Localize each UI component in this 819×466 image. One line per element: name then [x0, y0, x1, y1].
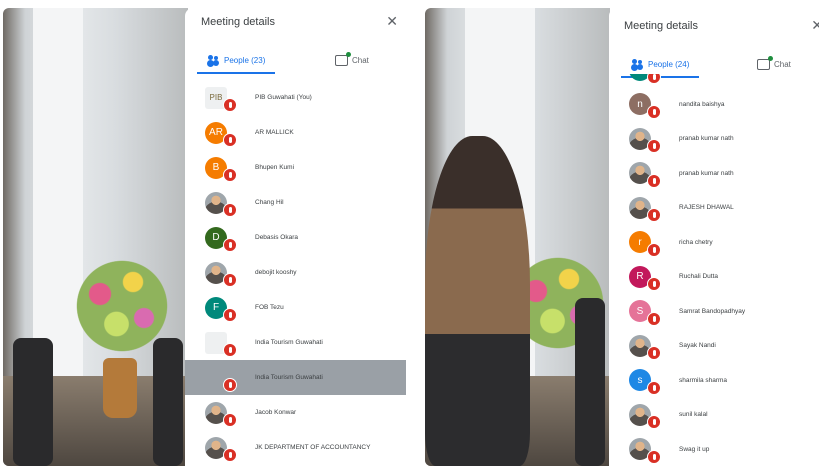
meeting-screenshot-left: Meeting details ✕ People (23) Chat PIB PI…: [3, 8, 406, 466]
participant-row[interactable]: sunil kalal: [609, 397, 819, 432]
vase: [103, 358, 137, 418]
mic-muted-icon: [223, 133, 237, 147]
participant-row[interactable]: S Samrat Bandopadhyay: [609, 294, 819, 329]
participant-name: sharmila sharma: [679, 376, 728, 384]
mic-muted-icon: [647, 311, 661, 326]
mic-muted-icon: [647, 139, 661, 153]
participant-name: JK DEPARTMENT OF ACCOUNTANCY: [255, 444, 371, 451]
mic-muted-icon: [647, 380, 661, 395]
participant-row[interactable]: Swag it up: [609, 432, 819, 466]
participant-row[interactable]: Sayak Nandi: [609, 328, 819, 363]
participant-name: Chang Hil: [255, 199, 284, 206]
participant-name: India Tourism Guwahati: [255, 374, 323, 381]
panel-tabs: People (23) Chat: [185, 46, 406, 74]
participant-name: FOB Tezu: [255, 304, 284, 311]
person-silhouette: [425, 136, 530, 466]
participant-row[interactable]: R Ruchali Dutta: [609, 259, 819, 294]
mic-muted-icon: [647, 242, 661, 257]
tab-chat[interactable]: Chat: [335, 46, 369, 74]
participant-name: Ruchali Dutta: [679, 273, 719, 280]
participant-name: RAJESH DHAWAL: [679, 204, 734, 211]
panel-title: Meeting details: [201, 16, 275, 28]
participant-row[interactable]: JK DEPARTMENT OF ACCOUNTANCY: [185, 430, 406, 465]
participant-row[interactable]: RAJESH DHAWAL: [609, 190, 819, 225]
participant-row[interactable]: B Bhupen Kumi: [185, 150, 406, 185]
participant-row[interactable]: India Tourism Guwahati: [185, 360, 406, 395]
participant-name: pranab kumar nath: [679, 135, 734, 142]
participant-row[interactable]: n: [609, 74, 819, 87]
participant-row[interactable]: Jacob Konwar: [185, 395, 406, 430]
mic-muted-icon: [647, 208, 661, 222]
participant-name: pranab kumar nath: [679, 169, 734, 177]
mic-muted-icon: [223, 203, 237, 217]
participant-name: sunil kalal: [679, 411, 708, 418]
chair: [153, 338, 183, 466]
mic-muted-icon: [647, 173, 661, 188]
mic-muted-icon: [223, 168, 237, 182]
participant-row[interactable]: n nandita baishya: [609, 87, 819, 122]
participant-name: debojit kooshy: [255, 269, 297, 276]
participant-name: PIB Guwahati (You): [255, 94, 312, 101]
participant-name: Debasis Okara: [255, 234, 298, 241]
participant-row[interactable]: Chang Hil: [185, 185, 406, 220]
mic-muted-icon: [223, 98, 237, 112]
participant-row[interactable]: debojit kooshy: [185, 255, 406, 290]
mic-muted-icon: [223, 378, 237, 392]
mic-muted-icon: [223, 308, 237, 322]
participant-row[interactable]: pranab kumar nath: [609, 156, 819, 191]
tab-people-label: People (24): [648, 59, 690, 69]
mic-muted-icon: [223, 413, 237, 427]
participant-row[interactable]: India Tourism Guwahati: [185, 325, 406, 360]
chair: [13, 338, 53, 466]
mic-muted-icon: [647, 277, 661, 291]
close-icon[interactable]: ✕: [811, 17, 819, 34]
camera-background: [425, 8, 613, 466]
chair: [575, 298, 605, 466]
participant-row[interactable]: D Debasis Okara: [185, 220, 406, 255]
participant-row[interactable]: F FOB Tezu: [185, 290, 406, 325]
participant-name: Jacob Konwar: [255, 409, 297, 416]
mic-muted-icon: [223, 238, 237, 252]
participant-list[interactable]: nnnandita baishya pranab kumar nath pranab…: [609, 74, 819, 466]
participant-name: richa chetry: [679, 238, 713, 246]
participant-row[interactable]: pranab kumar nath: [609, 121, 819, 156]
chat-icon: [757, 55, 773, 70]
people-icon: [207, 54, 220, 66]
mic-muted-icon: [647, 74, 661, 84]
mic-muted-icon: [647, 346, 661, 360]
people-icon: [631, 58, 644, 70]
camera-background: [3, 8, 188, 466]
participant-name: Swag it up: [679, 445, 710, 453]
tab-chat-label: Chat: [774, 59, 791, 69]
participant-list[interactable]: PIB PIB Guwahati (You) AR AR MALLICK B Bhupen…: [185, 78, 406, 466]
close-icon[interactable]: ✕: [386, 13, 398, 30]
panel-title: Meeting details: [624, 20, 698, 32]
mic-muted-icon: [223, 448, 237, 462]
participant-row[interactable]: AR AR MALLICK: [185, 115, 406, 150]
participant-row[interactable]: s sharmila sharma: [609, 363, 819, 398]
mic-muted-icon: [223, 343, 237, 357]
participant-row[interactable]: r richa chetry: [609, 225, 819, 260]
mic-muted-icon: [647, 415, 661, 429]
mic-muted-icon: [223, 273, 237, 287]
chat-icon: [335, 51, 351, 66]
mic-muted-icon: [647, 449, 661, 464]
participant-name: nandita baishya: [679, 100, 725, 108]
participant-row[interactable]: PIB PIB Guwahati (You): [185, 80, 406, 115]
active-tab-indicator: [197, 72, 275, 74]
meeting-details-panel: Meeting details ✕ People (24) Chat nnnan…: [609, 8, 819, 466]
participant-name: Sayak Nandi: [679, 342, 716, 349]
participant-name: India Tourism Guwahati: [255, 339, 323, 346]
tab-people-label: People (23): [224, 55, 266, 65]
meeting-screenshot-right: Meeting details ✕ People (24) Chat nnnan…: [425, 8, 819, 466]
meeting-details-panel: Meeting details ✕ People (23) Chat PIB PI…: [185, 8, 406, 466]
participant-name: Bhupen Kumi: [255, 164, 295, 171]
participant-name: Samrat Bandopadhyay: [679, 307, 746, 315]
tab-chat-label: Chat: [352, 55, 369, 65]
participant-name: AR MALLICK: [255, 129, 294, 136]
mic-muted-icon: [647, 104, 661, 119]
tab-people[interactable]: People (23): [207, 46, 265, 74]
